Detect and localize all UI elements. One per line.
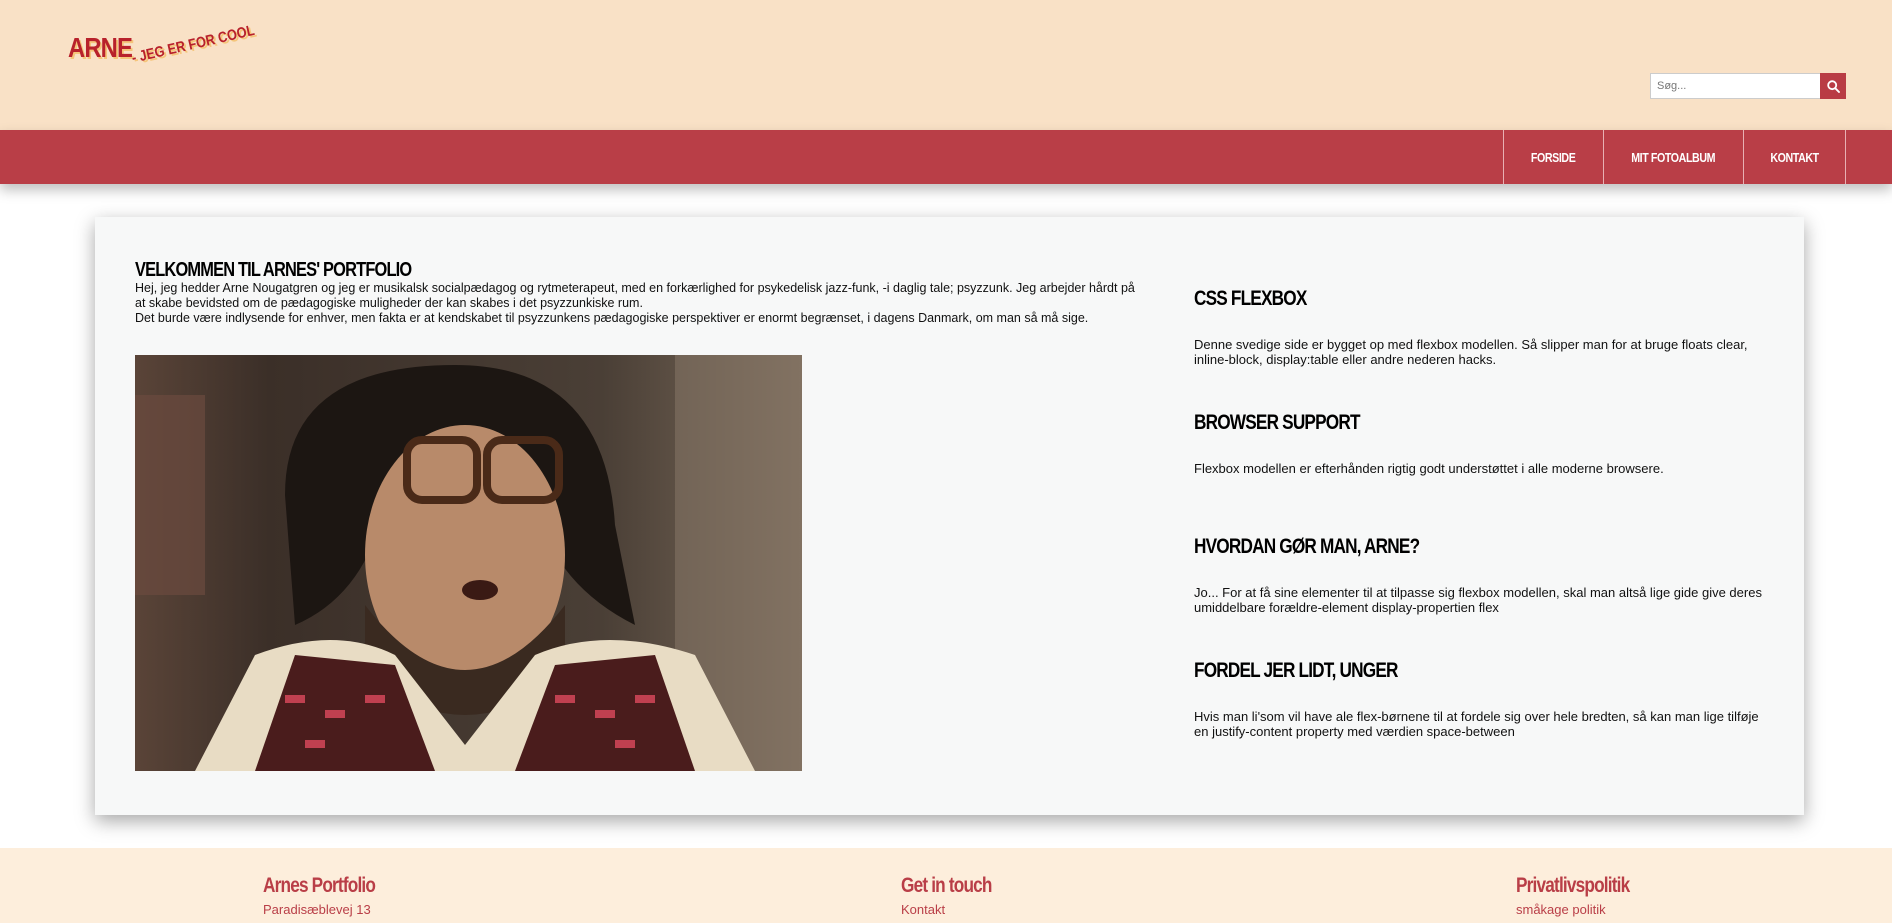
info-block: CSS FLEXBOX Denne svedige side er bygget… bbox=[1194, 287, 1774, 411]
intro-paragraph-2: Det burde være indlysende for enhver, me… bbox=[135, 311, 1089, 325]
footer-title: Privatlivspolitik bbox=[1516, 874, 1630, 897]
footer-contact-link[interactable]: Kontakt bbox=[901, 902, 1012, 917]
site-logo[interactable]: ARNE - JEG ER FOR COOL bbox=[68, 22, 288, 98]
main-nav: FORSIDE MIT FOTOALBUM KONTAKT bbox=[0, 130, 1892, 184]
search-icon bbox=[1826, 79, 1840, 93]
info-block: BROWSER SUPPORT Flexbox modellen er efte… bbox=[1194, 411, 1774, 535]
page-title: VELKOMMEN TIL ARNES' PORTFOLIO bbox=[135, 259, 412, 281]
site-footer: Arnes Portfolio Paradisæblevej 13 Get in… bbox=[0, 848, 1892, 923]
info-text: Flexbox modellen er efterhånden rigtig g… bbox=[1194, 461, 1664, 476]
search-form bbox=[1650, 73, 1846, 99]
nav-item-forside[interactable]: FORSIDE bbox=[1503, 130, 1603, 184]
info-text: Hvis man li'som vil have ale flex-børnen… bbox=[1194, 709, 1759, 739]
info-heading: HVORDAN GØR MAN, ARNE? bbox=[1194, 535, 1420, 558]
info-block: HVORDAN GØR MAN, ARNE? Jo... For at få s… bbox=[1194, 535, 1774, 659]
info-text: Jo... For at få sine elementer til at ti… bbox=[1194, 585, 1762, 615]
search-input[interactable] bbox=[1650, 73, 1820, 99]
footer-col-portfolio: Arnes Portfolio Paradisæblevej 13 bbox=[263, 874, 400, 917]
footer-col-privacy: Privatlivspolitik småkage politik bbox=[1516, 874, 1654, 917]
logo-tagline: - JEG ER FOR COOL bbox=[130, 22, 257, 67]
info-text: Denne svedige side er bygget op med flex… bbox=[1194, 337, 1748, 367]
intro-paragraph-1: Hej, jeg hedder Arne Nougatgren og jeg e… bbox=[135, 281, 1135, 310]
footer-title: Arnes Portfolio bbox=[263, 874, 376, 897]
intro-section: VELKOMMEN TIL ARNES' PORTFOLIO Hej, jeg … bbox=[135, 259, 1135, 326]
info-block: FORDEL JER LIDT, UNGER Hvis man li'som v… bbox=[1194, 659, 1774, 783]
info-heading: CSS FLEXBOX bbox=[1194, 287, 1307, 310]
search-button[interactable] bbox=[1820, 73, 1846, 99]
footer-col-contact: Get in touch Kontakt bbox=[901, 874, 1012, 917]
footer-title: Get in touch bbox=[901, 874, 992, 897]
nav-item-fotoalbum[interactable]: MIT FOTOALBUM bbox=[1603, 130, 1743, 184]
site-header: ARNE - JEG ER FOR COOL bbox=[0, 0, 1892, 130]
info-heading: FORDEL JER LIDT, UNGER bbox=[1194, 659, 1398, 682]
portrait-photo bbox=[135, 355, 802, 771]
footer-address-link[interactable]: Paradisæblevej 13 bbox=[263, 902, 400, 917]
content-card: VELKOMMEN TIL ARNES' PORTFOLIO Hej, jeg … bbox=[95, 217, 1804, 815]
footer-cookie-link[interactable]: småkage politik bbox=[1516, 902, 1654, 917]
info-sidebar: CSS FLEXBOX Denne svedige side er bygget… bbox=[1194, 287, 1774, 783]
info-heading: BROWSER SUPPORT bbox=[1194, 411, 1360, 434]
logo-main-text: ARNE bbox=[68, 32, 133, 63]
nav-item-kontakt[interactable]: KONTAKT bbox=[1743, 130, 1846, 184]
